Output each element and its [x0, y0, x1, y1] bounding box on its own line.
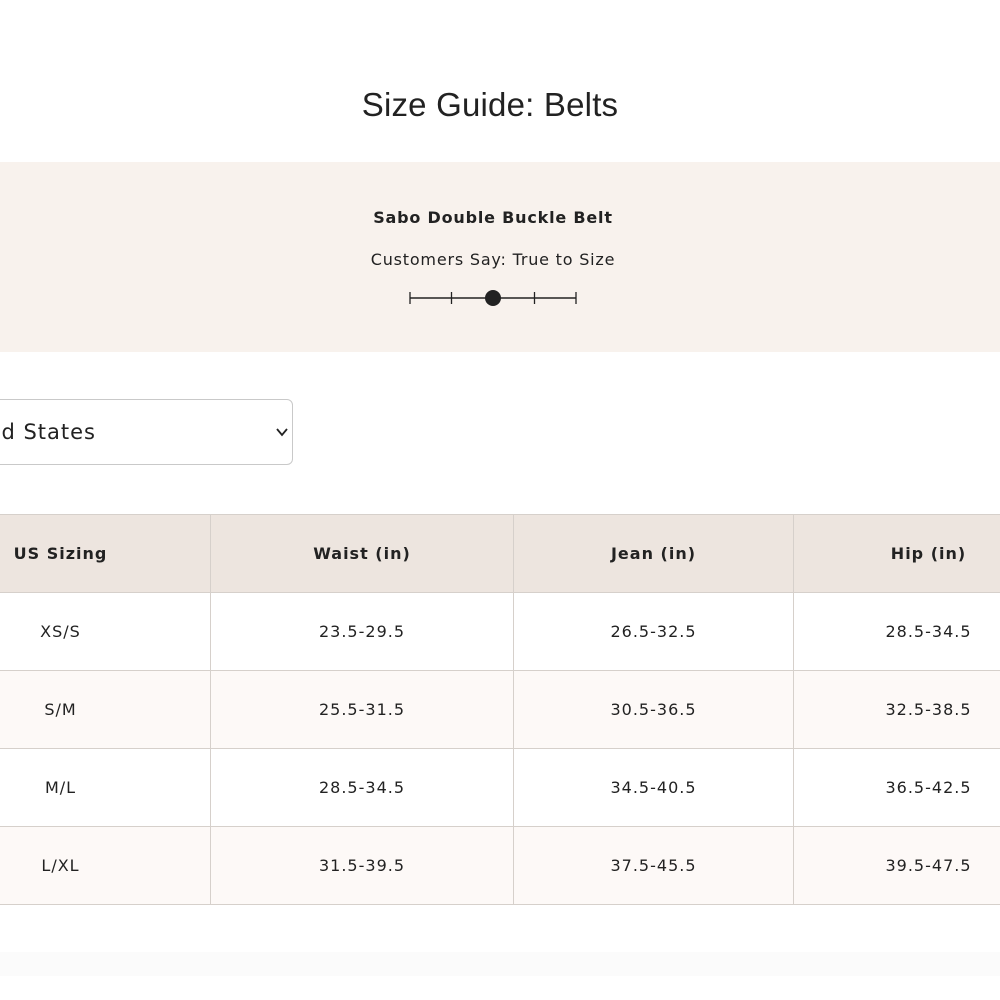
cell-waist: 28.5-34.5 — [210, 748, 514, 827]
cell-hip: 32.5-38.5 — [793, 670, 1000, 749]
cell-hip: 28.5-34.5 — [793, 592, 1000, 671]
fit-label: Customers Say: True to Size — [370, 250, 616, 269]
cell-hip: 39.5-47.5 — [793, 826, 1000, 905]
cell-jean: 30.5-36.5 — [513, 670, 794, 749]
header-hip: Hip (in) — [793, 514, 1000, 593]
size-table: US Sizing Waist (in) Jean (in) Hip (in) … — [0, 514, 1000, 905]
fit-panel: Sabo Double Buckle Belt Customers Say: T… — [0, 162, 1000, 352]
fit-scale — [409, 290, 577, 306]
header-waist: Waist (in) — [210, 514, 514, 593]
cell-jean: 37.5-45.5 — [513, 826, 794, 905]
cell-size: M/L — [0, 748, 211, 827]
region-select-value: United States — [0, 420, 96, 444]
cell-hip: 36.5-42.5 — [793, 748, 1000, 827]
table-row: M/L 28.5-34.5 34.5-40.5 36.5-42.5 — [0, 748, 1000, 827]
page-title: Size Guide: Belts — [361, 86, 619, 123]
chevron-down-icon — [276, 428, 288, 437]
cell-jean: 34.5-40.5 — [513, 748, 794, 827]
cell-size: XS/S — [0, 592, 211, 671]
region-select[interactable]: United States — [0, 399, 293, 465]
table-header-row: US Sizing Waist (in) Jean (in) Hip (in) — [0, 514, 1000, 593]
cell-jean: 26.5-32.5 — [513, 592, 794, 671]
cell-size: S/M — [0, 670, 211, 749]
header-us-sizing: US Sizing — [0, 514, 211, 593]
table-row: L/XL 31.5-39.5 37.5-45.5 39.5-47.5 — [0, 826, 1000, 905]
table-row: S/M 25.5-31.5 30.5-36.5 32.5-38.5 — [0, 670, 1000, 749]
cell-size: L/XL — [0, 826, 211, 905]
size-guide-page: Size Guide: Belts Sabo Double Buckle Bel… — [0, 0, 1000, 1000]
fit-scale-marker — [485, 290, 501, 306]
product-name: Sabo Double Buckle Belt — [373, 208, 613, 227]
header-jean: Jean (in) — [513, 514, 794, 593]
table-row: XS/S 23.5-29.5 26.5-32.5 28.5-34.5 — [0, 592, 1000, 671]
cell-waist: 23.5-29.5 — [210, 592, 514, 671]
cell-waist: 31.5-39.5 — [210, 826, 514, 905]
cell-waist: 25.5-31.5 — [210, 670, 514, 749]
footer-band — [0, 952, 1000, 976]
